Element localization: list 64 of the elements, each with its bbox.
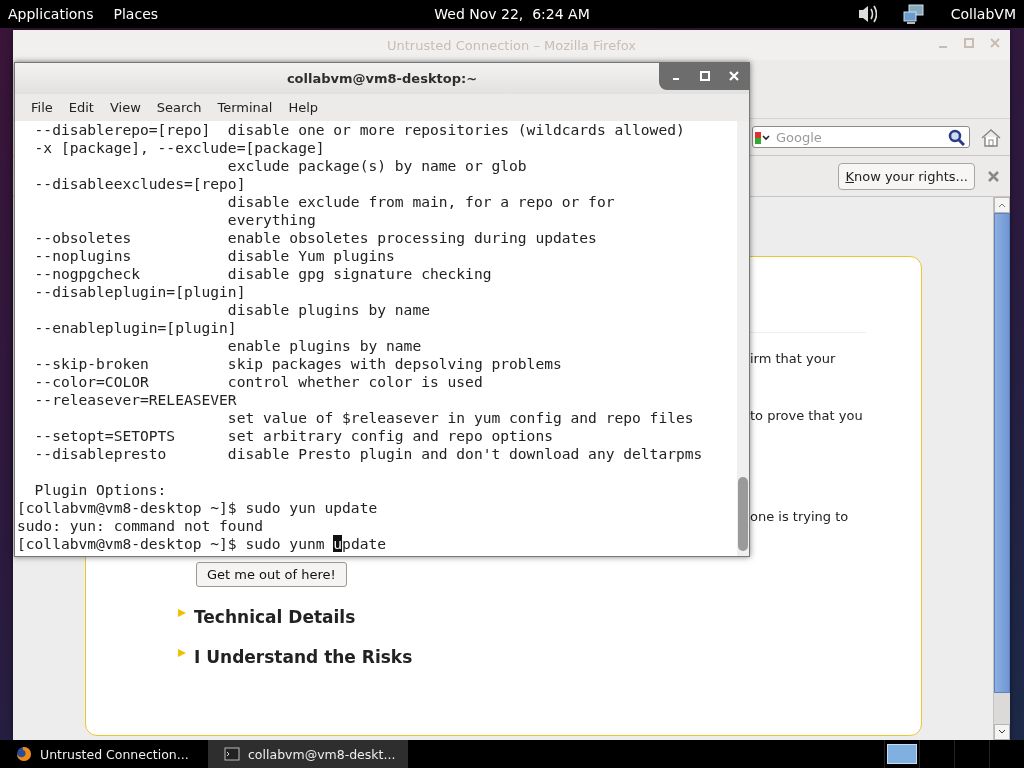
home-icon[interactable] bbox=[980, 126, 1002, 148]
user-menu[interactable]: CollabVM bbox=[950, 6, 1016, 22]
terminal-line: pdate bbox=[342, 535, 387, 552]
terminal-line: set value of $releasever in yum config and repo files bbox=[226, 409, 695, 427]
scroll-down-icon[interactable] bbox=[998, 729, 1006, 735]
terminal-line: --releasever=RELEASEVER bbox=[33, 391, 238, 409]
menu-item[interactable]: File bbox=[23, 100, 61, 115]
terminal-line: --noplugins disable Yum plugins bbox=[33, 247, 396, 265]
menu-item[interactable]: Edit bbox=[60, 100, 102, 115]
terminal-icon bbox=[224, 746, 240, 762]
body-text: one is trying to bbox=[750, 508, 849, 526]
rights-button[interactable]: Know your rights... bbox=[838, 162, 975, 190]
terminal-line: --skip-broken skip packages with depsolving problems bbox=[33, 355, 563, 373]
terminal-line: --disablerepo=[repo] disable one or more repositories (wildcards allowed) bbox=[33, 121, 686, 139]
body-text: irm that your bbox=[750, 350, 836, 368]
panel-menu[interactable]: Applications bbox=[8, 6, 94, 22]
terminal-line: --enableplugin=[plugin] bbox=[33, 319, 238, 337]
window-title: Untrusted Connection – Mozilla Firefox bbox=[387, 37, 636, 53]
close-icon[interactable] bbox=[987, 169, 1000, 183]
terminal-line: --disablepresto disable Presto plugin and don't download any deltarpms bbox=[33, 445, 704, 463]
terminal-line: --obsoletes enable obsoletes processing during updates bbox=[33, 229, 598, 247]
terminal-line: disable exclude from main, for a repo or for bbox=[226, 193, 616, 211]
clock[interactable]: Wed Nov 22, 6:24 AM bbox=[434, 6, 590, 22]
terminal-line: Plugin Options: bbox=[33, 481, 168, 499]
scroll-thumb[interactable] bbox=[994, 213, 1010, 693]
terminal-line: disable plugins by name bbox=[226, 301, 431, 319]
body-text: to prove that you bbox=[750, 407, 863, 425]
search-icon[interactable] bbox=[948, 128, 965, 146]
terminal-line: enable plugins by name bbox=[226, 337, 423, 355]
expand-triangle-icon[interactable] bbox=[178, 609, 186, 617]
terminal-line: [collabvm@vm8-desktop ~]$ sudo yunm bbox=[17, 535, 326, 552]
terminal-line: --disableexcludes=[repo] bbox=[33, 175, 247, 193]
menu-item[interactable]: Terminal bbox=[209, 100, 281, 115]
expand-triangle-icon[interactable] bbox=[178, 649, 186, 657]
search-field[interactable]: Google bbox=[752, 126, 970, 148]
scroll-up-icon[interactable] bbox=[998, 202, 1006, 208]
terminal-line: -x [package], --exclude=[package] bbox=[33, 139, 326, 157]
terminal-line: --disableplugin=[plugin] bbox=[33, 283, 247, 301]
taskbar-button[interactable]: collabvm@vm8-deskt... bbox=[208, 740, 408, 768]
terminal-line: --nogpgcheck disable gpg signature checking bbox=[33, 265, 493, 283]
menu-item[interactable]: Help bbox=[280, 100, 327, 115]
volume-icon[interactable] bbox=[856, 3, 877, 25]
scrollbar[interactable] bbox=[993, 197, 1010, 740]
globe-fox-icon bbox=[16, 746, 32, 762]
section-heading[interactable]: I Understand the Risks bbox=[194, 647, 413, 667]
close-icon[interactable] bbox=[726, 69, 741, 83]
terminal-line: [collabvm@vm8-desktop ~]$ sudo yun update bbox=[17, 499, 379, 517]
terminal-line: exclude package(s) by name or glob bbox=[226, 157, 528, 175]
get-out-button[interactable]: Get me out of here! bbox=[196, 562, 347, 587]
terminal-line: --setopt=SETOPTS set arbitrary config and repo options bbox=[33, 427, 554, 445]
panel-menu[interactable]: Places bbox=[113, 6, 159, 22]
terminal-line: everything bbox=[226, 211, 317, 229]
menu-item[interactable]: View bbox=[101, 100, 149, 115]
text-cursor: u bbox=[333, 535, 343, 552]
window-title: collabvm@vm8-desktop:~ bbox=[286, 71, 478, 86]
network-icon[interactable] bbox=[902, 3, 925, 25]
section-heading[interactable]: Technical Details bbox=[194, 607, 356, 627]
menu-item[interactable]: Search bbox=[148, 100, 210, 115]
maximize-icon[interactable] bbox=[697, 69, 712, 83]
terminal-line: sudo: yun: command not found bbox=[17, 517, 264, 535]
taskbar-button[interactable]: Untrusted Connection... bbox=[0, 740, 200, 768]
scroll-thumb[interactable] bbox=[738, 477, 748, 551]
terminal-line: --color=COLOR control whether color is used bbox=[33, 373, 484, 391]
search-engine-icon[interactable] bbox=[755, 129, 770, 145]
